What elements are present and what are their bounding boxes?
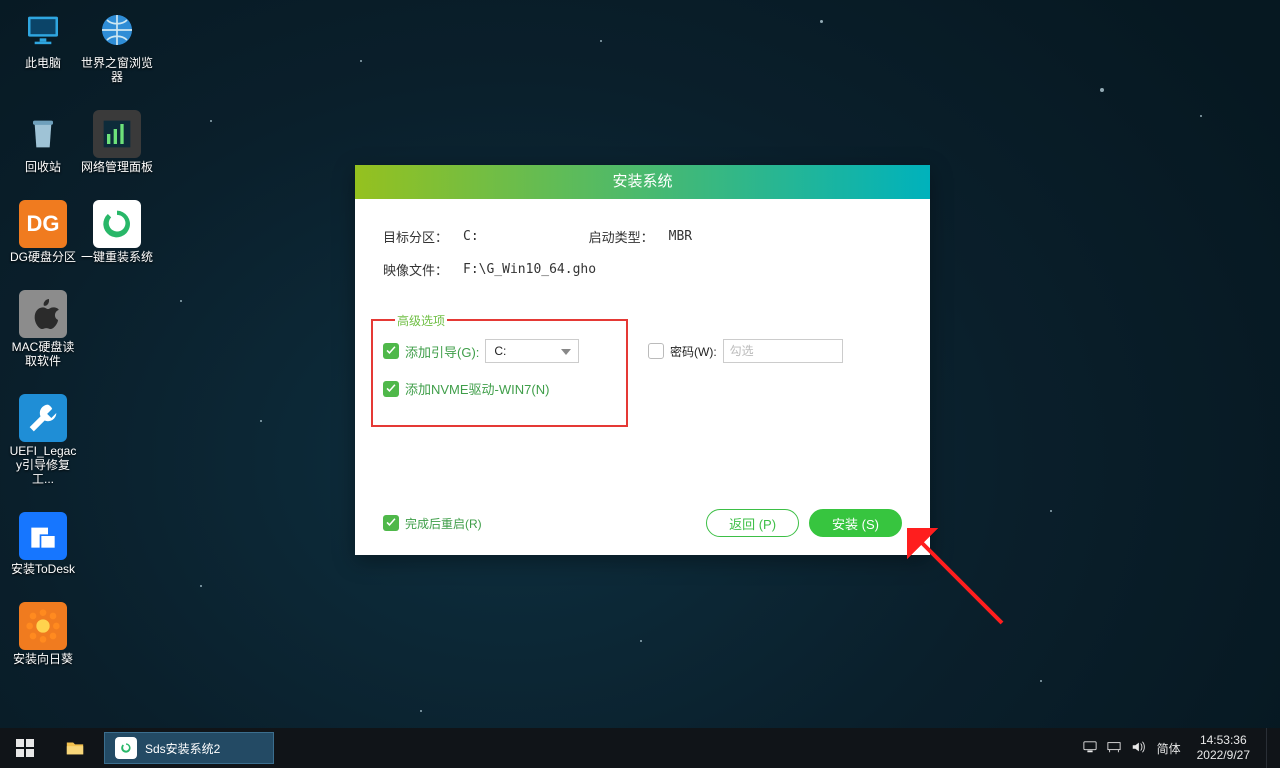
tray-volume-icon[interactable] bbox=[1131, 740, 1145, 757]
reinstall-icon bbox=[93, 200, 141, 248]
label-add-boot: 添加引导(G): bbox=[405, 342, 479, 361]
desktop-icon-label: 一键重装系统 bbox=[81, 250, 153, 264]
value-boot-type: MBR bbox=[669, 229, 692, 244]
desktop-icon-label: 安装向日葵 bbox=[7, 652, 79, 666]
desktop-icon-label: 世界之窗浏览器 bbox=[81, 56, 153, 84]
combo-add-boot-drive[interactable]: C: bbox=[485, 339, 579, 363]
desktop: 此电脑 世界之窗浏览器 回收站 网络管理面板 DG DG硬盘分区 bbox=[0, 0, 1280, 768]
back-button[interactable]: 返回 (P) bbox=[706, 509, 799, 537]
monitor-icon bbox=[19, 6, 67, 54]
desktop-icon-label: UEFI_Legacy引导修复工... bbox=[7, 444, 79, 486]
desktop-icon-install-sunflower[interactable]: 安装向日葵 bbox=[6, 602, 80, 666]
value-image-file: F:\G_Win10_64.gho bbox=[463, 262, 596, 277]
label-target-partition: 目标分区： bbox=[383, 227, 463, 246]
windows-icon bbox=[15, 738, 35, 758]
taskbar-task-label: Sds安装系统2 bbox=[145, 740, 220, 757]
desktop-icon-install-todesk[interactable]: 安装ToDesk bbox=[6, 512, 80, 576]
row-password: 密码(W): 勾选 bbox=[648, 339, 843, 363]
file-explorer-button[interactable] bbox=[50, 728, 100, 768]
show-desktop-button[interactable] bbox=[1266, 728, 1274, 768]
taskbar-task-install-system[interactable]: Sds安装系统2 bbox=[104, 732, 274, 764]
combo-value: C: bbox=[494, 344, 506, 358]
taskbar: Sds安装系统2 简体 14:53:36 2022/9/27 bbox=[0, 728, 1280, 768]
label-boot-type: 启动类型： bbox=[589, 227, 669, 246]
globe-icon bbox=[93, 6, 141, 54]
disk-icon: DG bbox=[19, 200, 67, 248]
tray-action-center-icon[interactable] bbox=[1083, 740, 1097, 757]
label-restart-after: 完成后重启(R) bbox=[405, 515, 482, 532]
desktop-icon-mac-disk[interactable]: MAC硬盘读取软件 bbox=[6, 290, 80, 368]
desktop-icon-grid: 此电脑 世界之窗浏览器 回收站 网络管理面板 DG DG硬盘分区 bbox=[6, 6, 154, 666]
check-icon bbox=[385, 383, 397, 395]
advanced-options-group: 高级选项 添加引导(G): C: 添加NVME驱动-WIN7(N) bbox=[371, 319, 628, 427]
trash-icon bbox=[19, 110, 67, 158]
label-password: 密码(W): bbox=[670, 343, 717, 360]
label-image-file: 映像文件： bbox=[383, 260, 463, 279]
checkbox-add-boot[interactable] bbox=[383, 343, 399, 359]
tray-network-icon[interactable] bbox=[1107, 740, 1121, 757]
reinstall-icon bbox=[115, 737, 137, 759]
desktop-icon-recycle-bin[interactable]: 回收站 bbox=[6, 110, 80, 174]
desktop-icon-dg-disk[interactable]: DG DG硬盘分区 bbox=[6, 200, 80, 264]
desktop-icon-oneclick-reinstall[interactable]: 一键重装系统 bbox=[80, 200, 154, 264]
start-button[interactable] bbox=[0, 728, 50, 768]
apple-icon bbox=[19, 290, 67, 338]
desktop-icon-label: MAC硬盘读取软件 bbox=[7, 340, 79, 368]
desktop-icon-net-mgmt[interactable]: 网络管理面板 bbox=[80, 110, 154, 174]
dialog-footer: 完成后重启(R) 返回 (P) 安装 (S) bbox=[355, 509, 930, 537]
label-nvme-driver: 添加NVME驱动-WIN7(N) bbox=[405, 379, 549, 398]
check-icon bbox=[385, 345, 397, 357]
install-system-dialog: 安装系统 目标分区： C: 启动类型： MBR 映像文件： F:\G_Win10… bbox=[355, 165, 930, 555]
desktop-icon-label: 此电脑 bbox=[7, 56, 79, 70]
desktop-icon-label: 安装ToDesk bbox=[7, 562, 79, 576]
desktop-icon-label: DG硬盘分区 bbox=[7, 250, 79, 264]
panel-icon bbox=[93, 110, 141, 158]
checkbox-nvme-driver[interactable] bbox=[383, 381, 399, 397]
check-icon bbox=[385, 517, 397, 529]
desktop-icon-this-pc[interactable]: 此电脑 bbox=[6, 6, 80, 84]
sunflower-icon bbox=[19, 602, 67, 650]
checkbox-password[interactable] bbox=[648, 343, 664, 359]
advanced-options-legend: 高级选项 bbox=[395, 312, 447, 329]
row-restart-after: 完成后重启(R) bbox=[383, 515, 482, 532]
checkbox-restart-after[interactable] bbox=[383, 515, 399, 531]
tray-icons bbox=[1083, 740, 1145, 757]
desktop-icon-label: 网络管理面板 bbox=[81, 160, 153, 174]
taskbar-date: 2022/9/27 bbox=[1197, 748, 1250, 763]
desktop-icon-uefi-legacy[interactable]: UEFI_Legacy引导修复工... bbox=[6, 394, 80, 486]
row-image-file: 映像文件： F:\G_Win10_64.gho bbox=[383, 260, 902, 279]
input-password[interactable]: 勾选 bbox=[723, 339, 843, 363]
tray-ime-label[interactable]: 简体 bbox=[1157, 740, 1181, 757]
taskbar-time: 14:53:36 bbox=[1197, 733, 1250, 748]
folder-icon bbox=[65, 738, 85, 758]
value-target-partition: C: bbox=[463, 229, 479, 244]
install-button[interactable]: 安装 (S) bbox=[809, 509, 902, 537]
taskbar-tray: 简体 14:53:36 2022/9/27 bbox=[1083, 728, 1280, 768]
desktop-icon-world-browser[interactable]: 世界之窗浏览器 bbox=[80, 6, 154, 84]
row-nvme-driver: 添加NVME驱动-WIN7(N) bbox=[383, 379, 626, 398]
desktop-icon-label: 回收站 bbox=[7, 160, 79, 174]
wrench-icon bbox=[19, 394, 67, 442]
taskbar-clock[interactable]: 14:53:36 2022/9/27 bbox=[1193, 733, 1254, 763]
dialog-body: 目标分区： C: 启动类型： MBR 映像文件： F:\G_Win10_64.g… bbox=[355, 199, 930, 279]
row-target-partition: 目标分区： C: 启动类型： MBR bbox=[383, 227, 902, 246]
todesk-icon bbox=[19, 512, 67, 560]
dialog-title: 安装系统 bbox=[355, 165, 930, 199]
row-add-boot: 添加引导(G): C: bbox=[383, 339, 626, 363]
